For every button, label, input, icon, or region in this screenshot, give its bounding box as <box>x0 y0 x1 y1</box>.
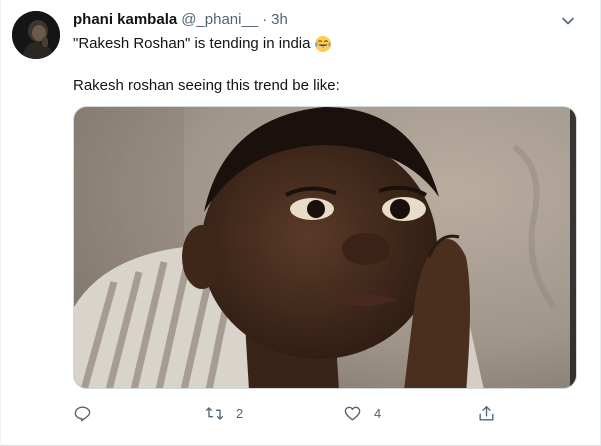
more-options-button[interactable] <box>557 10 579 32</box>
like-icon <box>344 406 361 421</box>
tweet-text-line-2: Rakesh roshan seeing this trend be like: <box>73 77 340 94</box>
tweet-media-image[interactable] <box>73 106 577 389</box>
separator-dot: · <box>262 11 268 28</box>
tweet[interactable]: phani kambala @_phani__ · 3h "Rakesh Ros… <box>0 0 601 446</box>
display-name[interactable]: phani kambala <box>73 11 177 28</box>
retweet-count: 2 <box>236 405 244 421</box>
tweet-text-line-1: "Rakesh Roshan" is tending in india <box>73 34 332 54</box>
avatar-photo <box>12 11 60 59</box>
retweet-icon <box>205 406 224 420</box>
reply-icon <box>74 405 91 421</box>
retweet-button[interactable]: 2 <box>205 401 243 425</box>
tweet-actions: 2 4 <box>73 401 503 425</box>
caret-down-icon <box>562 17 574 25</box>
share-icon <box>479 405 494 421</box>
share-button[interactable] <box>477 401 508 425</box>
face-with-tears-of-joy-icon <box>315 36 332 52</box>
meme-photo <box>74 107 576 388</box>
avatar[interactable] <box>12 11 60 59</box>
timestamp[interactable]: 3h <box>271 11 288 28</box>
user-handle[interactable]: @_phani__ <box>181 11 258 28</box>
tweet-text: "Rakesh Roshan" is tending in india <box>73 35 311 52</box>
like-count: 4 <box>374 405 382 421</box>
reply-button[interactable] <box>73 401 104 425</box>
tweet-header: phani kambala @_phani__ · 3h <box>73 11 288 31</box>
like-button[interactable]: 4 <box>343 401 381 425</box>
